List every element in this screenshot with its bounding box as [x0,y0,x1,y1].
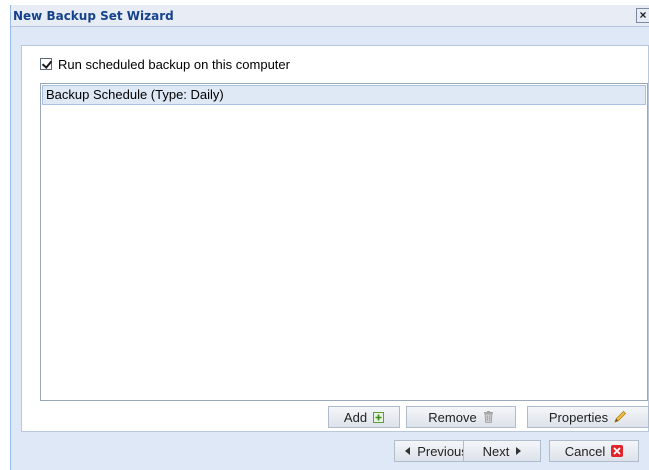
wizard-window: New Backup Set Wizard × Run scheduled ba… [10,5,649,470]
close-button[interactable]: × [636,8,649,23]
window-titlebar[interactable]: New Backup Set Wizard × [11,5,649,27]
close-icon: × [639,8,647,22]
next-button[interactable]: Next [463,440,541,462]
add-label: Add [343,409,368,425]
schedule-list[interactable]: Backup Schedule (Type: Daily) [40,83,648,401]
properties-button[interactable]: Properties [527,406,649,428]
arrow-left-icon [405,447,411,455]
list-item[interactable]: Backup Schedule (Type: Daily) [42,85,646,105]
window-title: New Backup Set Wizard [13,9,174,23]
cancel-icon [611,445,624,457]
arrow-right-icon [515,447,522,455]
properties-label: Properties [548,409,609,425]
run-scheduled-option[interactable]: Run scheduled backup on this computer [40,56,290,72]
edit-icon [614,411,627,423]
run-scheduled-checkbox[interactable] [40,58,52,70]
previous-label: Previous [417,443,468,459]
remove-label: Remove [428,409,477,425]
run-scheduled-label[interactable]: Run scheduled backup on this computer [58,57,290,72]
schedule-panel: Run scheduled backup on this computer Ba… [21,45,649,432]
next-label: Next [482,443,510,459]
trash-icon [483,411,494,423]
cancel-button[interactable]: Cancel [549,440,639,462]
remove-button[interactable]: Remove [406,406,516,428]
add-icon [373,411,385,423]
cancel-label: Cancel [564,443,606,459]
add-button[interactable]: Add [328,406,400,428]
